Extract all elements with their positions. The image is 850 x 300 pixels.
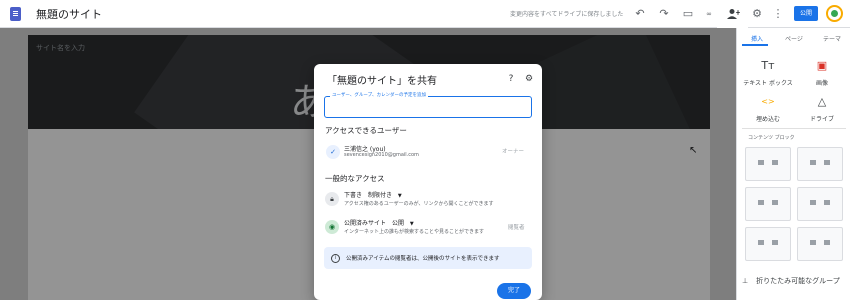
insert-text-box-label: テキスト ボックス: [743, 80, 793, 87]
sites-logo-icon[interactable]: [10, 7, 21, 21]
more-icon[interactable]: ⋮: [771, 7, 785, 21]
published-access-description: インターネット上の誰もが検索することや見ることができます: [344, 229, 485, 235]
insert-text-box[interactable]: Tт テキスト ボックス: [742, 59, 794, 88]
user-email: sevencesign2010@gmail.com: [344, 152, 419, 158]
site-title[interactable]: 無題のサイト: [36, 6, 102, 22]
layout-block[interactable]: [745, 147, 791, 181]
image-icon: ▣: [816, 59, 828, 72]
embed-icon: <>: [761, 97, 775, 106]
undo-icon[interactable]: ↶: [633, 7, 647, 21]
layout-block[interactable]: [797, 187, 843, 221]
add-people-label: ユーザー、グループ、カレンダーの予定を追加: [330, 92, 428, 98]
insert-image[interactable]: ▣ 画像: [796, 59, 848, 88]
settings-icon[interactable]: ⚙: [750, 7, 764, 21]
insert-drive-label: ドライブ: [809, 116, 834, 123]
published-access-row[interactable]: 公開済みサイト 公開 ▼: [344, 218, 414, 227]
content-blocks-label: コンテンツ ブロック: [748, 135, 795, 141]
save-status: 変更内容をすべてドライブに保存しました: [510, 11, 624, 18]
draft-access-description: アクセス権のあるユーザーのみが、リンクから開くことができます: [344, 201, 494, 207]
dialog-title: 「無題のサイト」を共有: [327, 76, 437, 87]
help-icon[interactable]: ?: [506, 74, 516, 84]
lock-icon: 🔒︎: [325, 192, 339, 206]
done-button[interactable]: 完了: [497, 283, 531, 299]
collapsible-group-label: 折りたたみ可能なグループ: [756, 277, 840, 285]
layout-block[interactable]: [745, 187, 791, 221]
published-label: 公開済みサイト: [344, 220, 387, 227]
insert-embed-label: 埋め込む: [755, 116, 780, 123]
insert-image-label: 画像: [815, 80, 828, 87]
insert-embed[interactable]: <> 埋め込む: [742, 96, 794, 123]
info-banner-text: 公開済みアイテムの閲覧者は、公開後のサイトを表示できます: [346, 256, 500, 262]
draft-label: 下書き: [344, 192, 363, 199]
collapsible-group-icon: ⊥: [742, 277, 749, 285]
add-person-icon: [727, 9, 740, 19]
publish-button[interactable]: 公開: [794, 6, 818, 21]
globe-icon: ◉: [325, 220, 339, 234]
redo-icon[interactable]: ↷: [657, 7, 671, 21]
viewer-role: 閲覧者: [508, 225, 525, 231]
preview-icon[interactable]: ▭: [681, 7, 695, 21]
general-access-heading: 一般的なアクセス: [325, 174, 385, 183]
layout-block[interactable]: [797, 227, 843, 261]
text-box-icon: Tт: [761, 59, 775, 72]
owner-role: オーナー: [502, 149, 525, 155]
draft-access-row[interactable]: 下書き 制限付き ▼: [344, 190, 402, 199]
add-people-input[interactable]: [324, 96, 532, 118]
panel-divider: [742, 128, 846, 129]
drive-icon: △: [817, 95, 827, 108]
chevron-down-icon[interactable]: ▼: [398, 193, 402, 199]
user-avatar: ✓: [326, 145, 340, 159]
collapsible-group-item[interactable]: ⊥ 折りたたみ可能なグループ: [742, 276, 840, 286]
tab-indicator: [742, 44, 768, 46]
draft-access-select[interactable]: 制限付き: [368, 192, 392, 199]
access-users-heading: アクセスできるユーザー: [325, 126, 407, 135]
insert-drive[interactable]: △ ドライブ: [796, 95, 848, 124]
layout-block[interactable]: [745, 227, 791, 261]
published-access-select[interactable]: 公開: [392, 220, 404, 227]
tab-insert[interactable]: 挿入: [751, 34, 763, 43]
info-icon: i: [331, 254, 340, 263]
account-avatar[interactable]: [826, 5, 843, 22]
link-icon[interactable]: ∞: [702, 7, 716, 21]
tab-themes[interactable]: テーマ: [823, 34, 841, 43]
chevron-down-icon[interactable]: ▼: [410, 221, 414, 227]
settings-icon[interactable]: ⚙: [524, 74, 534, 84]
layout-block[interactable]: [797, 147, 843, 181]
tab-pages[interactable]: ページ: [785, 34, 803, 43]
